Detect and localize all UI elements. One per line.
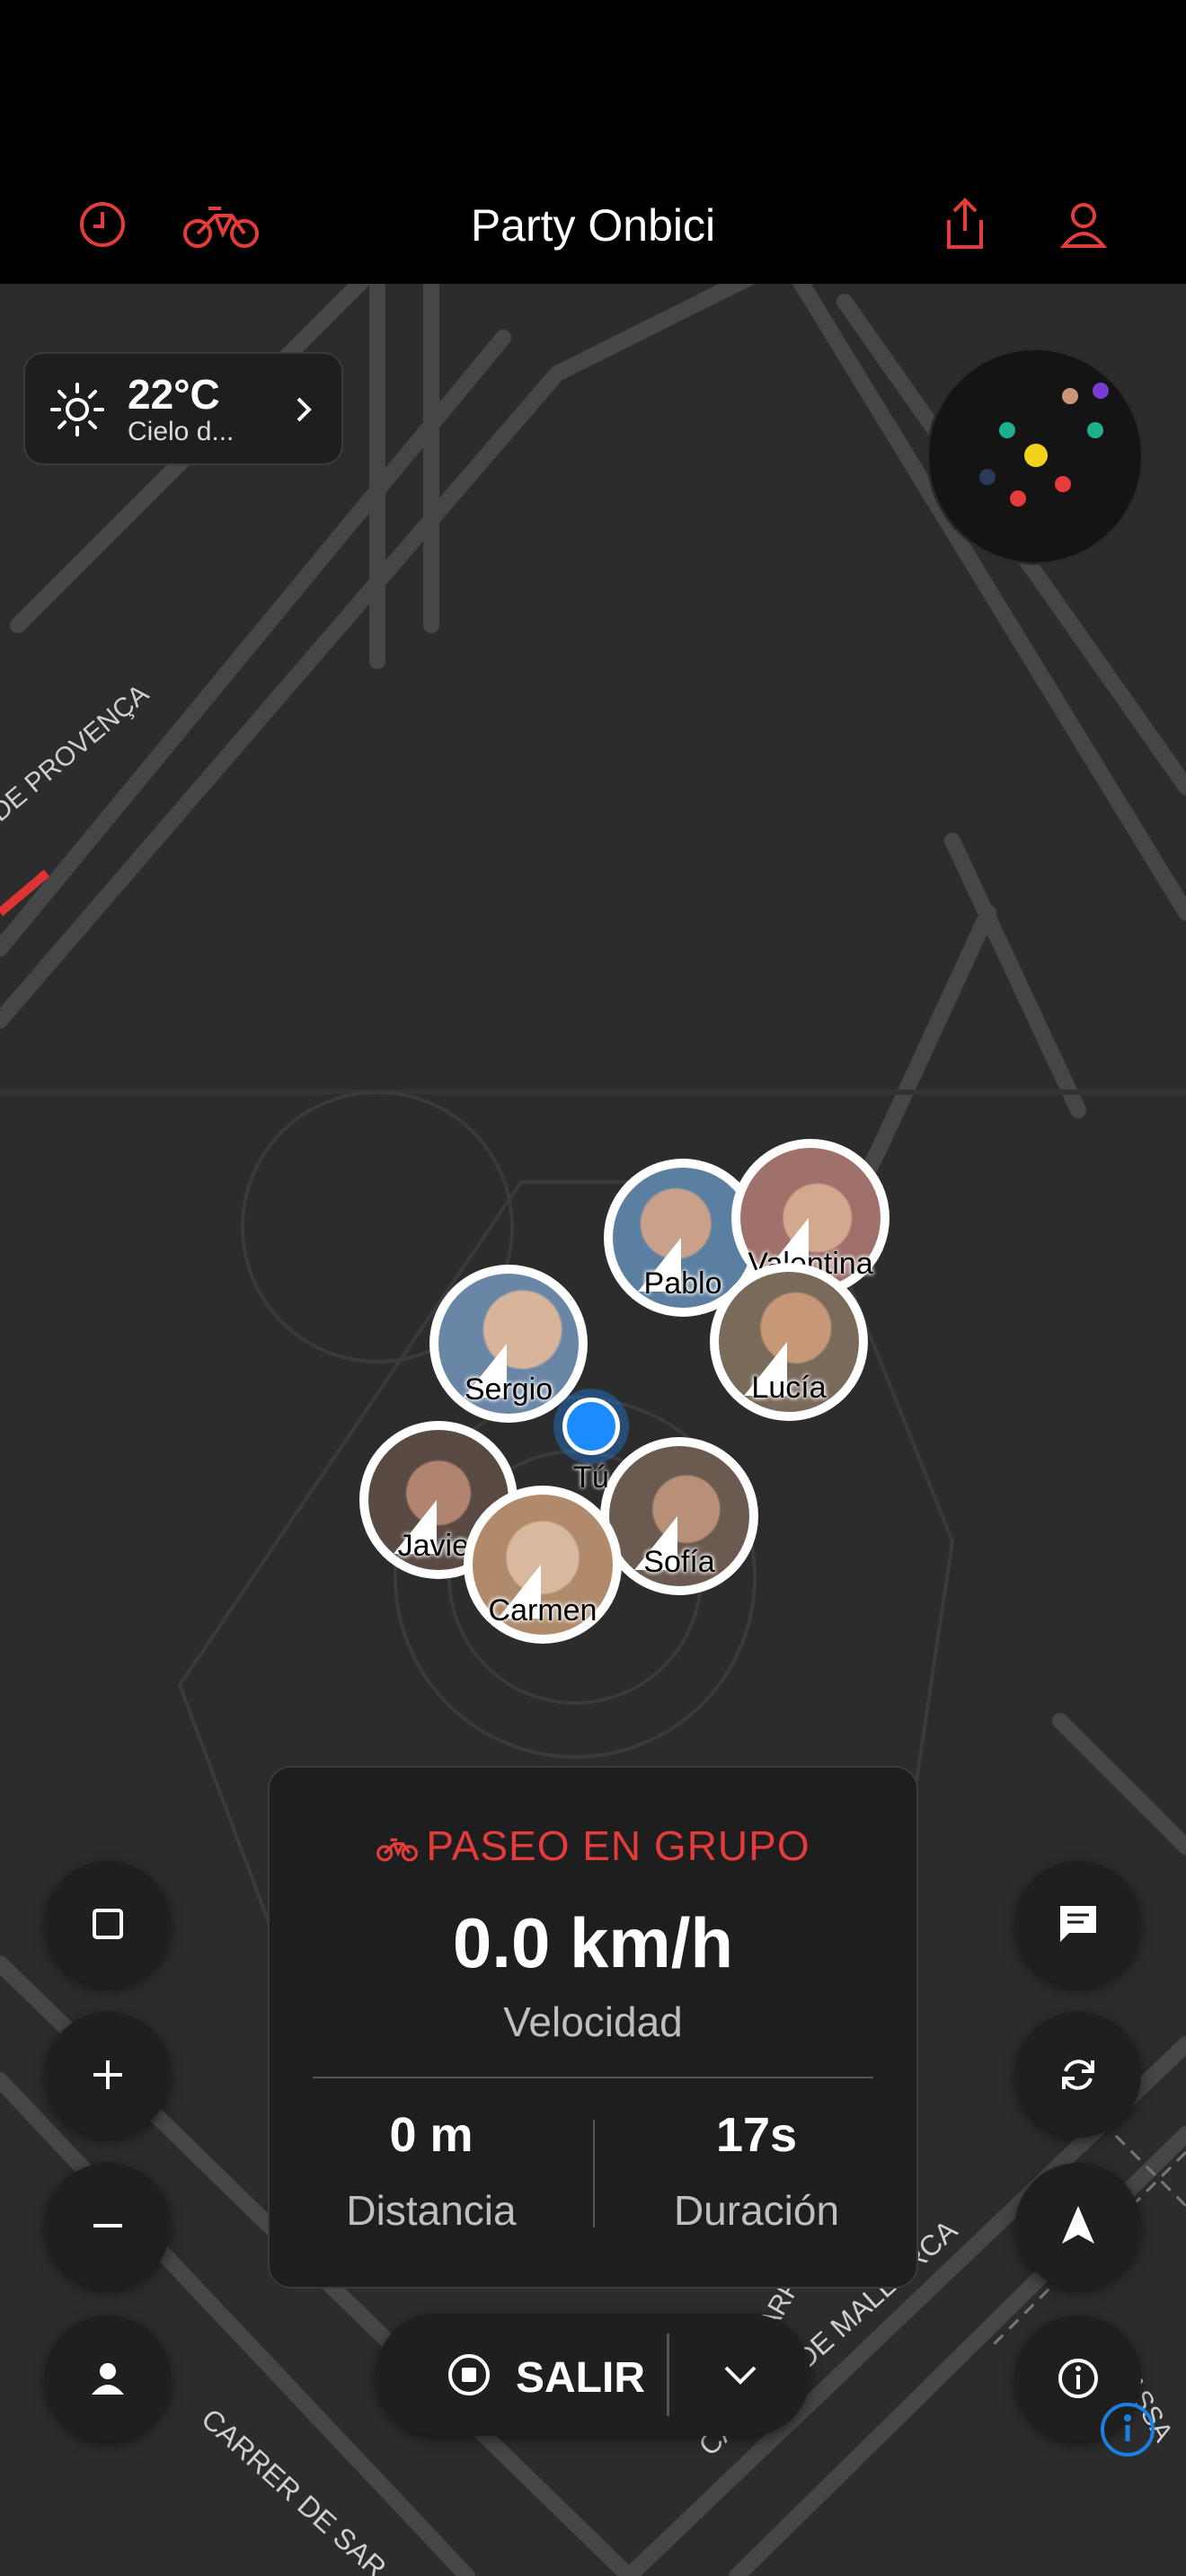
weather-widget[interactable]: 22°C Cielo d... — [23, 352, 343, 465]
sync-button[interactable] — [1015, 2012, 1141, 2138]
recenter-button[interactable] — [1015, 2163, 1141, 2289]
radar-dot — [1093, 383, 1109, 399]
user-location-dot — [562, 1398, 620, 1455]
distance-value: 0 m — [389, 2108, 474, 2162]
weather-temp: 22°C — [128, 371, 220, 418]
rider-marker-lucia[interactable]: Lucía — [710, 1263, 868, 1421]
radar-minimap[interactable] — [929, 350, 1141, 562]
info-icon — [1058, 2359, 1098, 2398]
weather-desc: Cielo d... — [128, 417, 235, 446]
divider — [313, 2077, 873, 2078]
exit-ride-bar[interactable]: SALIR — [376, 2314, 810, 2436]
sync-icon — [1062, 2060, 1094, 2090]
rider-name: Carmen — [488, 1593, 597, 1628]
zoom-in-button[interactable] — [45, 2012, 171, 2138]
chat-icon — [1060, 1906, 1096, 1942]
zoom-out-button[interactable] — [45, 2163, 171, 2289]
divider — [667, 2333, 669, 2416]
rider-marker-carmen[interactable]: Carmen — [464, 1486, 622, 1644]
page-title: Party Onbici — [470, 200, 716, 251]
distance-label: Distancia — [346, 2187, 517, 2234]
rider-name: Lucía — [751, 1371, 827, 1405]
user-location-label: Tú — [573, 1460, 609, 1495]
exit-button-label[interactable]: SALIR — [516, 2353, 645, 2403]
person-icon — [92, 2363, 124, 2395]
duration-value: 17s — [715, 2108, 798, 2162]
radar-dot — [1062, 388, 1078, 404]
rider-name: Sofía — [643, 1545, 715, 1579]
ride-mode-label: PASEO EN GRUPO — [426, 1822, 810, 1869]
rider-marker-sergio[interactable]: Sergio — [429, 1265, 588, 1423]
plus-icon — [93, 2060, 122, 2089]
speed-label: Velocidad — [503, 1998, 683, 2045]
map-attribution-icon[interactable] — [1098, 2400, 1157, 2459]
top-bar: Party Onbici — [0, 0, 1186, 284]
chevron-right-icon — [296, 397, 312, 422]
share-icon[interactable] — [938, 198, 992, 251]
rider-name: Sergio — [464, 1372, 553, 1407]
duration-label: Duración — [673, 2187, 840, 2234]
navigation-arrow-icon — [1062, 2206, 1094, 2244]
radar-dot-self — [1024, 444, 1048, 467]
square-icon — [93, 1909, 123, 1939]
bike-icon — [376, 1838, 419, 1862]
minus-icon — [93, 2224, 122, 2228]
speed-value: 0.0 km/h — [452, 1903, 734, 1982]
radar-dot — [999, 422, 1015, 438]
sun-icon — [50, 383, 104, 437]
ride-stats-panel: PASEO EN GRUPO 0.0 km/h Velocidad 0 m Di… — [268, 1766, 918, 2289]
radar-dot — [1087, 422, 1103, 438]
stop-icon — [448, 2354, 490, 2395]
chevron-down-icon[interactable] — [722, 2360, 758, 2389]
radar-dot — [979, 469, 996, 485]
group-members-button[interactable] — [45, 2316, 171, 2441]
radar-dot — [1055, 476, 1071, 492]
chat-button[interactable] — [1015, 1861, 1141, 1987]
ride-mode-heading: PASEO EN GRUPO — [270, 1822, 916, 1870]
layers-button[interactable] — [45, 1861, 171, 1987]
profile-icon[interactable] — [1057, 198, 1111, 251]
radar-dot — [1010, 490, 1026, 507]
